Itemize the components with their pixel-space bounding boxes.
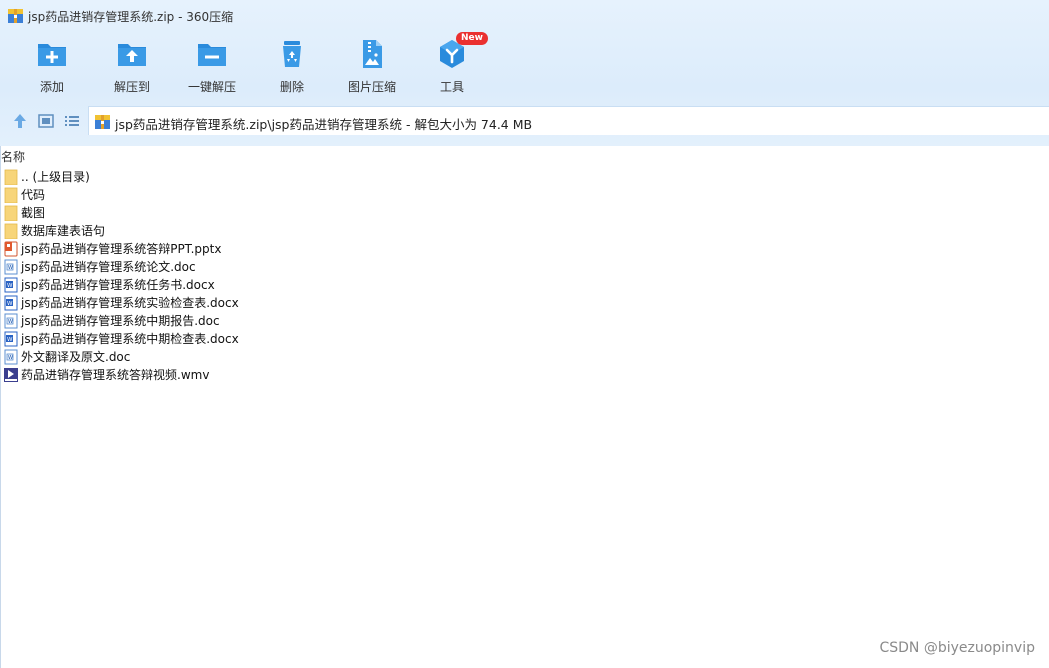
tools-label: 工具 <box>439 80 464 94</box>
watermark: CSDN @biyezuopinvip <box>879 640 1035 656</box>
list-item[interactable]: W jsp药品进销存管理系统中期报告.doc <box>1 312 1001 330</box>
list-item[interactable]: 代码 <box>1 186 1001 204</box>
list-item-name: 代码 <box>21 188 46 202</box>
one-click-extract-button[interactable]: 一键解压 <box>172 36 252 100</box>
folder-icon <box>4 223 18 239</box>
add-label: 添加 <box>39 80 64 94</box>
list-item-name: jsp药品进销存管理系统答辩PPT.pptx <box>21 242 222 256</box>
list-item[interactable]: W jsp药品进销存管理系统实验检查表.docx <box>1 294 1001 312</box>
list-item[interactable]: W jsp药品进销存管理系统论文.doc <box>1 258 1001 276</box>
new-badge: New <box>456 32 488 45</box>
folder-icon <box>4 187 18 203</box>
word-doc-icon: W <box>4 313 18 329</box>
add-button[interactable]: 添加 <box>12 36 92 100</box>
file-rows: .. (上级目录) 代码 截图 数据库建表语句 jsp药品进销存管理系统答辩PP… <box>1 168 1001 384</box>
list-item-name: jsp药品进销存管理系统论文.doc <box>21 260 196 274</box>
recycle-bin-icon <box>283 41 301 67</box>
list-item-name: jsp药品进销存管理系统实验检查表.docx <box>21 296 239 310</box>
list-item[interactable]: 药品进销存管理系统答辩视频.wmv <box>1 366 1001 384</box>
one-click-extract-label: 一键解压 <box>187 80 236 94</box>
window-title: jsp药品进销存管理系统.zip - 360压缩 <box>28 10 234 24</box>
video-file-icon <box>4 368 18 382</box>
file-list: 名称 .. (上级目录) 代码 截图 数据库建表语句 jsp药品进销存管理系统答… <box>0 146 1049 668</box>
column-header-name[interactable]: 名称 <box>1 148 25 165</box>
image-compress-icon <box>363 40 382 68</box>
thumbnail-view-icon[interactable] <box>37 112 55 130</box>
toolbar: 添加 解压到 一键解压 删除 图片压缩 New 工具 <box>0 32 1049 100</box>
word-docx-icon: W <box>4 277 18 293</box>
navigation-row: jsp药品进销存管理系统.zip\jsp药品进销存管理系统 - 解包大小为 74… <box>0 106 1049 136</box>
word-docx-icon: W <box>4 295 18 311</box>
svg-text:W: W <box>8 319 13 325</box>
folder-icon <box>4 205 18 221</box>
list-item-name: 数据库建表语句 <box>21 224 106 238</box>
app-window: jsp药品进销存管理系统.zip - 360压缩 添加 解压到 一键解压 删除 … <box>0 0 1049 668</box>
list-item[interactable]: 截图 <box>1 204 1001 222</box>
extract-to-icon <box>118 44 146 66</box>
word-docx-icon: W <box>4 331 18 347</box>
delete-label: 删除 <box>279 80 304 94</box>
svg-text:W: W <box>7 283 13 289</box>
tools-button[interactable]: New 工具 <box>412 32 492 100</box>
list-item[interactable]: W 外文翻译及原文.doc <box>1 348 1001 366</box>
extract-to-button[interactable]: 解压到 <box>92 36 172 100</box>
list-item-name: 药品进销存管理系统答辩视频.wmv <box>21 368 210 382</box>
list-item-name: .. (上级目录) <box>21 170 90 184</box>
one-click-extract-icon <box>198 44 226 66</box>
list-item[interactable]: .. (上级目录) <box>1 168 1001 186</box>
list-item-name: 截图 <box>21 206 46 220</box>
folder-icon <box>4 169 18 185</box>
delete-button[interactable]: 删除 <box>252 36 332 100</box>
add-folder-icon <box>38 44 66 66</box>
up-arrow-icon[interactable] <box>11 112 29 130</box>
address-path: jsp药品进销存管理系统.zip\jsp药品进销存管理系统 - 解包大小为 74… <box>115 117 533 132</box>
extract-to-label: 解压到 <box>113 80 150 94</box>
powerpoint-file-icon <box>4 241 18 257</box>
list-item[interactable]: 数据库建表语句 <box>1 222 1001 240</box>
list-item[interactable]: W jsp药品进销存管理系统任务书.docx <box>1 276 1001 294</box>
svg-text:W: W <box>7 337 13 343</box>
list-item[interactable]: W jsp药品进销存管理系统中期检查表.docx <box>1 330 1001 348</box>
word-doc-icon: W <box>4 259 18 275</box>
zip-archive-icon <box>8 9 23 23</box>
image-compress-label: 图片压缩 <box>347 80 396 94</box>
list-item-name: jsp药品进销存管理系统中期检查表.docx <box>21 332 239 346</box>
image-compress-button[interactable]: 图片压缩 <box>332 36 412 100</box>
svg-text:W: W <box>8 355 13 361</box>
list-item-name: 外文翻译及原文.doc <box>21 350 131 364</box>
zip-archive-icon <box>95 115 110 129</box>
svg-text:W: W <box>8 265 13 271</box>
title-bar[interactable]: jsp药品进销存管理系统.zip - 360压缩 <box>0 0 1049 32</box>
list-item[interactable]: jsp药品进销存管理系统答辩PPT.pptx <box>1 240 1001 258</box>
svg-text:W: W <box>7 301 13 307</box>
list-item-name: jsp药品进销存管理系统任务书.docx <box>21 278 215 292</box>
list-item-name: jsp药品进销存管理系统中期报告.doc <box>21 314 220 328</box>
address-bar[interactable]: jsp药品进销存管理系统.zip\jsp药品进销存管理系统 - 解包大小为 74… <box>88 106 1049 135</box>
list-view-icon[interactable] <box>63 112 81 130</box>
word-doc-icon: W <box>4 349 18 365</box>
